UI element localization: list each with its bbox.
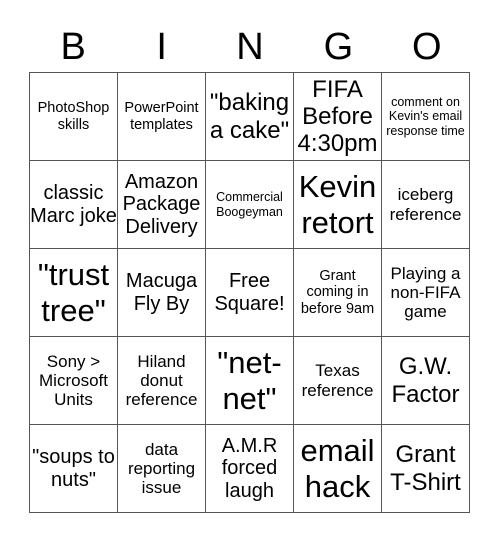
bingo-cell-o1[interactable]: comment on Kevin's email response time [381,72,470,161]
bingo-cell-o2[interactable]: iceberg reference [381,160,470,249]
bingo-cell-i4[interactable]: Hiland donut reference [117,336,206,425]
cell-text: Hiland donut reference [125,351,198,410]
bingo-cell-i5[interactable]: data reporting issue [117,424,206,513]
cell-text: Texas reference [301,361,374,400]
bingo-cell-b1[interactable]: PhotoShop skills [29,72,118,161]
bingo-cell-b3[interactable]: "trust tree" [29,248,118,337]
cell-text: email hack [300,433,375,504]
header-letter-n: N [236,26,264,68]
header-letter-b: B [60,26,86,68]
cell-text: Grant T-Shirt [390,441,461,496]
bingo-cell-o3[interactable]: Playing a non-FIFA game [381,248,470,337]
bingo-cell-n5[interactable]: A.M.R forced laugh [205,424,294,513]
bingo-header: B I N G O [29,22,471,72]
cell-text: Commercial Boogeyman [216,190,283,219]
cell-text: "trust tree" [37,257,110,328]
cell-text: comment on Kevin's email response time [386,95,465,138]
header-letter-i: I [156,26,167,68]
cell-text: classic Marc joke [30,181,117,227]
cell-text: "net-net" [217,345,282,416]
bingo-cell-n2[interactable]: Commercial Boogeyman [205,160,294,249]
cell-text: PhotoShop skills [37,100,110,133]
bingo-cell-g1[interactable]: FIFA Before 4:30pm [293,72,382,161]
board-row: "soups to nuts" data reporting issue A.M.R… [29,424,470,513]
bingo-cell-g5[interactable]: email hack [293,424,382,513]
bingo-cell-g3[interactable]: Grant coming in before 9am [293,248,382,337]
cell-text: PowerPoint templates [124,100,199,133]
cell-text: Kevin retort [298,169,377,240]
cell-text: Free Square! [214,269,285,315]
cell-text: Playing a non-FIFA game [390,263,461,322]
cell-text: Macuga Fly By [125,269,198,315]
bingo-cell-g4[interactable]: Texas reference [293,336,382,425]
bingo-cell-b2[interactable]: classic Marc joke [29,160,118,249]
bingo-cell-n3[interactable]: Free Square! [205,248,294,337]
bingo-cell-g2[interactable]: Kevin retort [293,160,382,249]
bingo-board: PhotoShop skills PowerPoint templates "bak… [29,72,470,513]
board-row: classic Marc joke Amazon Package Delivery… [29,160,470,249]
bingo-cell-o4[interactable]: G.W. Factor [381,336,470,425]
board-row: PhotoShop skills PowerPoint templates "bak… [29,72,470,161]
cell-text: A.M.R forced laugh [221,434,278,502]
bingo-cell-i2[interactable]: Amazon Package Delivery [117,160,206,249]
bingo-cell-b4[interactable]: Sony > Microsoft Units [29,336,118,425]
cell-text: Sony > Microsoft Units [39,351,108,410]
cell-text: Grant coming in before 9am [300,267,375,317]
cell-text: G.W. Factor [391,353,460,408]
cell-text: data reporting issue [127,439,196,498]
cell-text: FIFA Before 4:30pm [297,75,378,158]
board-row: Sony > Microsoft Units Hiland donut refer… [29,336,470,425]
bingo-cell-o5[interactable]: Grant T-Shirt [381,424,470,513]
cell-text: "soups to nuts" [32,445,115,491]
cell-text: iceberg reference [389,185,462,224]
bingo-cell-i3[interactable]: Macuga Fly By [117,248,206,337]
cell-text: Amazon Package Delivery [122,170,201,238]
header-letter-g: G [323,26,354,68]
cell-text: "baking a cake" [209,89,290,144]
bingo-cell-i1[interactable]: PowerPoint templates [117,72,206,161]
bingo-cell-n1[interactable]: "baking a cake" [205,72,294,161]
header-letter-o: O [412,26,442,68]
bingo-cell-b5[interactable]: "soups to nuts" [29,424,118,513]
board-row: "trust tree" Macuga Fly By Free Square! Gra… [29,248,470,337]
bingo-cell-n4[interactable]: "net-net" [205,336,294,425]
bingo-grid: PhotoShop skills PowerPoint templates "bak… [29,72,470,513]
